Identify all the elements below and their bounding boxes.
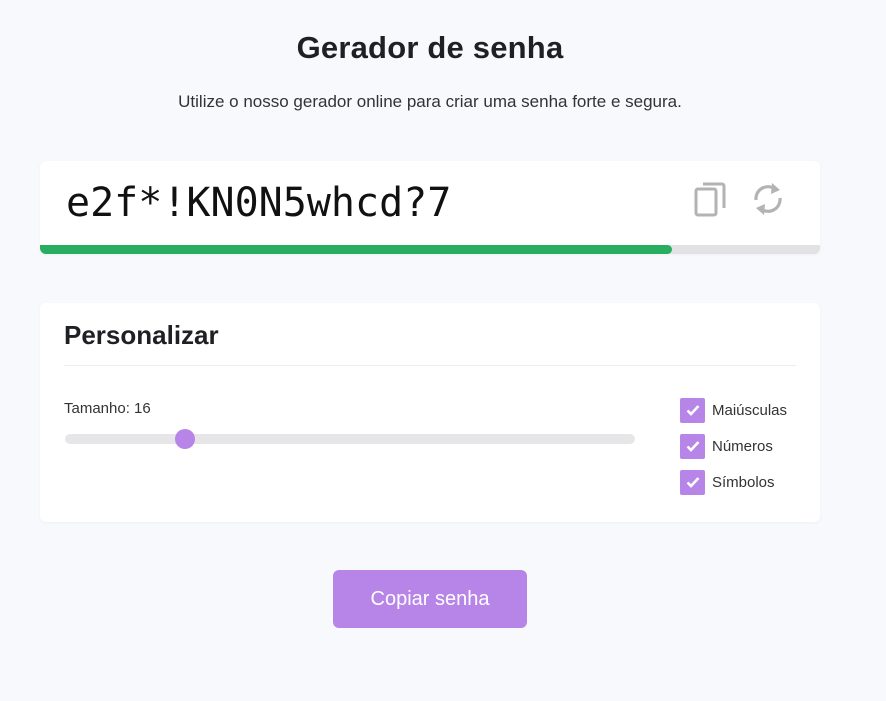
length-slider-thumb[interactable] [174,429,195,449]
page-subtitle: Utilize o nosso gerador online para cria… [178,92,682,111]
copy-password-main-button[interactable]: Copiar senha [333,570,527,628]
symbols-checkbox[interactable] [680,469,705,495]
uppercase-checkbox[interactable] [680,397,705,423]
regenerate-password-button[interactable] [748,181,788,221]
copy-password-button[interactable] [690,181,730,221]
check-icon [686,405,699,416]
symbols-label: Símbolos [712,473,775,491]
check-icon [686,441,699,452]
length-slider[interactable] [65,429,635,449]
option-symbols[interactable]: Símbolos [680,469,775,495]
strength-bar-fill [40,245,672,254]
option-uppercase[interactable]: Maiúsculas [680,397,787,423]
copy-icon [693,180,727,223]
length-label: Tamanho: 16 [64,400,151,417]
strength-bar [40,245,820,254]
check-icon [686,477,699,488]
refresh-icon [751,179,785,224]
numbers-label: Números [712,437,773,455]
numbers-checkbox[interactable] [680,433,705,459]
customize-title: Personalizar [64,320,219,350]
customize-card: Personalizar Tamanho: 16 Maiúsculas Núme… [40,303,820,522]
password-card: e2f*!KN0N5whcd?7 [40,161,820,254]
password-output[interactable]: e2f*!KN0N5whcd?7 [66,179,451,227]
uppercase-label: Maiúsculas [712,401,788,419]
divider [64,365,796,366]
page-title: Gerador de senha [296,30,564,65]
option-numbers[interactable]: Números [680,433,773,459]
